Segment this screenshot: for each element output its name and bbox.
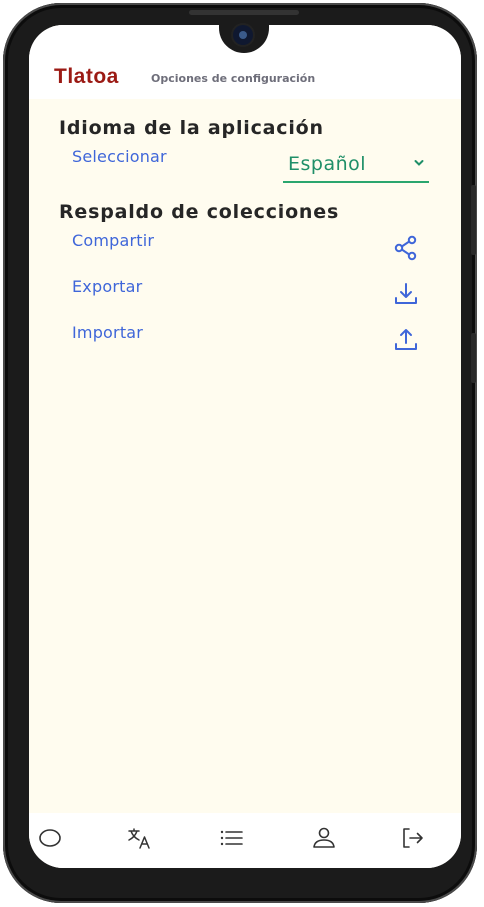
translate-icon[interactable] bbox=[123, 821, 157, 855]
share-link[interactable]: Compartir bbox=[72, 231, 154, 250]
bottom-navigation bbox=[29, 813, 461, 868]
share-icon[interactable] bbox=[393, 235, 419, 261]
earpiece-speaker bbox=[189, 10, 299, 15]
export-link[interactable]: Exportar bbox=[72, 277, 142, 296]
language-select-label[interactable]: Seleccionar bbox=[72, 147, 167, 166]
user-icon[interactable] bbox=[307, 821, 341, 855]
upload-icon[interactable] bbox=[393, 327, 419, 353]
language-section-title: Idioma de la aplicación bbox=[59, 117, 324, 139]
chevron-down-icon bbox=[414, 160, 424, 166]
list-icon[interactable] bbox=[215, 821, 249, 855]
language-dropdown[interactable]: Español bbox=[283, 149, 429, 183]
backup-section-title: Respaldo de colecciones bbox=[59, 201, 340, 223]
app-screen: Tlatoa Opciones de configuración Idioma … bbox=[29, 25, 461, 868]
power-button bbox=[471, 333, 476, 383]
logout-icon[interactable] bbox=[395, 821, 429, 855]
volume-button bbox=[471, 185, 476, 255]
import-link[interactable]: Importar bbox=[72, 323, 143, 342]
download-icon[interactable] bbox=[393, 281, 419, 307]
phone-frame: Tlatoa Opciones de configuración Idioma … bbox=[3, 3, 477, 903]
front-camera bbox=[233, 25, 253, 45]
page-title: Opciones de configuración bbox=[151, 72, 316, 85]
app-title: Tlatoa bbox=[54, 65, 119, 88]
circle-icon[interactable] bbox=[33, 821, 67, 855]
language-dropdown-value: Español bbox=[288, 153, 367, 175]
